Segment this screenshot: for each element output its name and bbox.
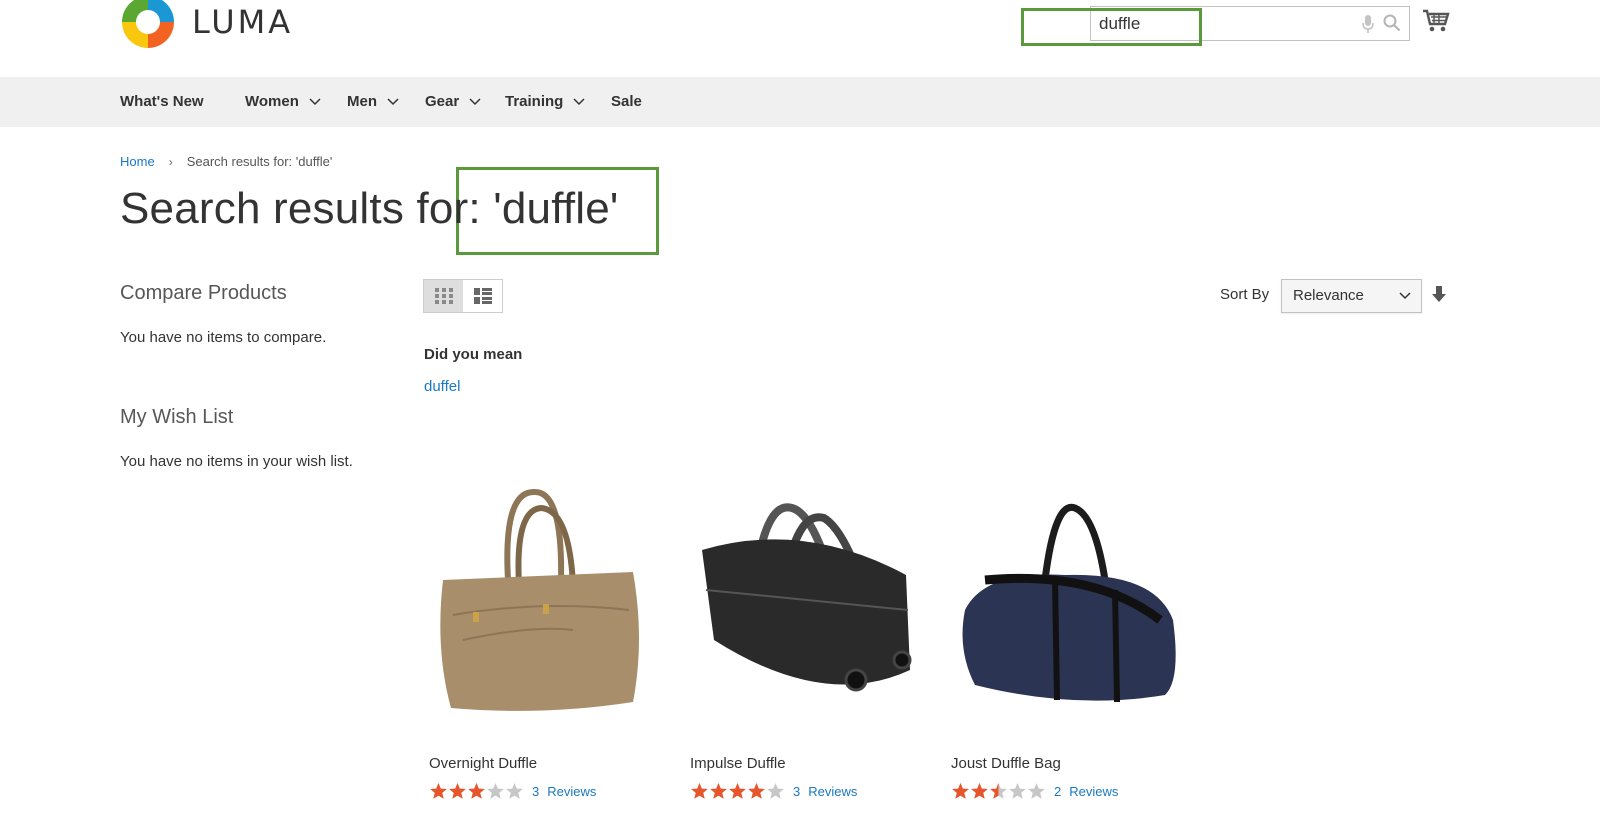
star-icon — [449, 783, 466, 799]
luma-logo-icon — [120, 0, 176, 50]
star-icon — [971, 783, 988, 799]
nav-item-sale[interactable]: Sale — [611, 77, 642, 127]
reviews-link[interactable]: 2 Reviews — [1054, 784, 1118, 799]
breadcrumb-current: Search results for: 'duffle' — [186, 154, 333, 169]
cart-icon[interactable] — [1422, 8, 1450, 34]
store-logo[interactable]: LUMA — [120, 0, 293, 50]
star-icon — [506, 783, 523, 799]
reviews-link[interactable]: 3 Reviews — [532, 784, 596, 799]
star-icon — [767, 783, 784, 799]
star-icon — [487, 783, 504, 799]
chevron-down-icon — [387, 98, 399, 106]
page-header: LUMA — [0, 0, 1600, 77]
microphone-icon[interactable] — [1361, 14, 1375, 34]
chevron-down-icon — [469, 98, 481, 106]
breadcrumb-home-link[interactable]: Home — [120, 154, 155, 169]
product-name[interactable]: Impulse Duffle — [690, 755, 786, 772]
product-item[interactable]: Overnight Duffle 3 Reviews — [423, 480, 663, 799]
product-rating: 2 Reviews — [951, 782, 1118, 800]
nav-item-label: Women — [245, 93, 299, 110]
breadcrumb-separator: › — [168, 154, 173, 169]
product-rating: 3 Reviews — [429, 782, 596, 800]
reviews-label: Reviews — [808, 783, 858, 799]
star-icon — [468, 783, 485, 799]
chevron-down-icon — [309, 98, 321, 106]
page-title: Search results for: 'duffle' — [120, 184, 619, 233]
chevron-down-icon — [1399, 292, 1411, 300]
sort-direction-arrow-icon[interactable] — [1432, 286, 1446, 302]
rating-stars — [951, 782, 1046, 800]
review-count: 3 — [793, 783, 801, 799]
reviews-label: Reviews — [547, 783, 597, 799]
did-you-mean-suggestion-link[interactable]: duffel — [424, 378, 460, 395]
nav-item-label: Sale — [611, 93, 642, 110]
star-icon — [952, 783, 969, 799]
wishlist-empty-text: You have no items in your wish list. — [120, 453, 353, 470]
sort-by-value: Relevance — [1293, 287, 1364, 304]
nav-item-label: Men — [347, 93, 377, 110]
star-icon — [430, 783, 447, 799]
reviews-label: Reviews — [1069, 783, 1119, 799]
nav-item-women[interactable]: Women — [245, 77, 321, 127]
nav-item-training[interactable]: Training — [505, 77, 585, 127]
compare-products-title: Compare Products — [120, 282, 287, 304]
reviews-link[interactable]: 3 Reviews — [793, 784, 857, 799]
rating-stars — [690, 782, 785, 800]
product-name[interactable]: Joust Duffle Bag — [951, 755, 1061, 772]
sort-by-label: Sort By — [1220, 286, 1270, 303]
chevron-down-icon — [573, 98, 585, 106]
product-name[interactable]: Overnight Duffle — [429, 755, 537, 772]
product-image[interactable] — [945, 480, 1185, 730]
search-highlight-box — [1021, 8, 1202, 46]
compare-empty-text: You have no items to compare. — [120, 329, 327, 346]
star-icon — [1009, 783, 1026, 799]
star-icon — [710, 783, 727, 799]
nav-item-whats-new[interactable]: What's New — [120, 77, 204, 127]
product-item[interactable]: Joust Duffle Bag 2 Reviews — [945, 480, 1185, 799]
sort-by-select[interactable]: Relevance — [1281, 279, 1422, 313]
nav-item-label: Training — [505, 93, 564, 110]
product-item[interactable]: Impulse Duffle 3 Reviews — [684, 480, 924, 799]
star-icon — [1028, 783, 1045, 799]
star-icon — [748, 783, 765, 799]
star-icon — [691, 783, 708, 799]
nav-item-label: What's New — [120, 93, 204, 110]
wishlist-title: My Wish List — [120, 406, 234, 428]
rating-stars — [429, 782, 524, 800]
star-icon — [990, 783, 1007, 799]
nav-item-label: Gear — [425, 93, 460, 110]
product-rating: 3 Reviews — [690, 782, 857, 800]
list-icon — [473, 288, 492, 304]
did-you-mean-title: Did you mean — [424, 346, 523, 363]
product-image[interactable] — [684, 480, 924, 730]
search-icon[interactable] — [1383, 14, 1401, 32]
grid-icon — [434, 288, 453, 304]
main-navigation: What's New Women Men Gear Training Sale — [0, 77, 1600, 127]
logo-text: LUMA — [192, 3, 294, 41]
review-count: 2 — [1054, 783, 1062, 799]
grid-view-button[interactable] — [424, 280, 463, 312]
view-mode-switcher — [423, 279, 503, 313]
nav-item-men[interactable]: Men — [347, 77, 399, 127]
product-image[interactable] — [423, 480, 663, 730]
nav-item-gear[interactable]: Gear — [425, 77, 481, 127]
list-view-button[interactable] — [463, 280, 502, 312]
star-icon — [729, 783, 746, 799]
breadcrumb: Home › Search results for: 'duffle' — [120, 154, 332, 169]
review-count: 3 — [532, 783, 540, 799]
